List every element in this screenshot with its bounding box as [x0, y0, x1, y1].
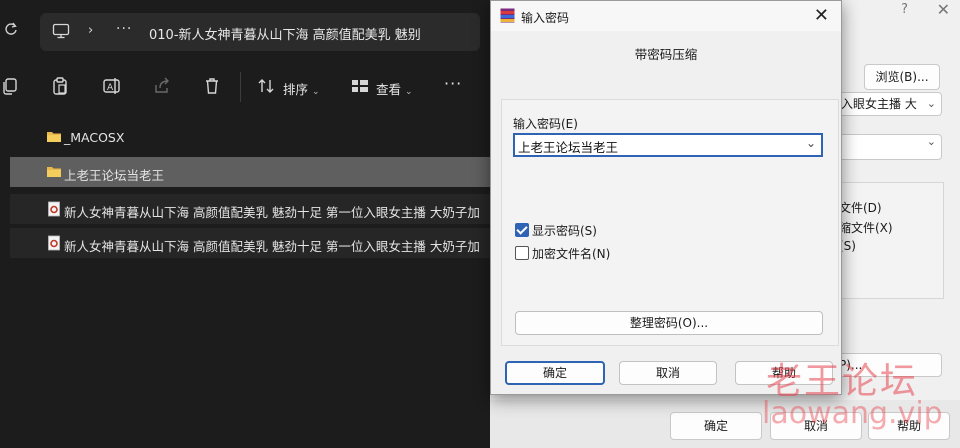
ok-button[interactable]: 确定	[505, 361, 605, 385]
dialog-titlebar: 输入密码 ✕	[491, 1, 841, 31]
password-input[interactable]: 上老王论坛当老王 ⌄	[513, 133, 823, 157]
view-button[interactable]: 查看 ⌄	[376, 79, 413, 98]
copy-icon[interactable]	[0, 76, 20, 96]
chevron-down-icon: ⌄	[312, 87, 320, 97]
archive-file-icon	[48, 201, 60, 217]
password-value: 上老王论坛当老王	[518, 140, 619, 155]
toolbar-separator	[240, 72, 241, 102]
delete-icon[interactable]	[202, 76, 222, 96]
paste-icon[interactable]	[50, 76, 70, 96]
winrar-app-icon	[500, 8, 515, 23]
address-bar[interactable]: › ··· 010-新人女神青暮从山下海 高颜值配美乳 魅别	[40, 13, 480, 51]
sort-icon	[258, 79, 274, 93]
chevron-right-icon[interactable]: ›	[88, 23, 93, 38]
chevron-down-icon: ⌄	[926, 135, 936, 148]
this-pc-icon	[52, 23, 70, 39]
more-options-icon[interactable]: ···	[444, 74, 462, 93]
file-row[interactable]: 新人女神青暮从山下海 高颜值配美乳 魅劲十足 第一位入眼女主播 大奶子加	[10, 194, 500, 224]
command-bar: A 排序 ⌄ 查看 ⌄ ···	[0, 62, 500, 112]
file-name: 新人女神青暮从山下海 高颜值配美乳 魅劲十足 第一位入眼女主播 大奶子加	[64, 239, 480, 254]
file-name: 上老王论坛当老王	[64, 168, 165, 183]
folder-icon	[47, 132, 61, 142]
view-icon	[352, 80, 368, 92]
archive-name-value: 入眼女主播 大	[841, 97, 917, 111]
address-path: 010-新人女神青暮从山下海 高颜值配美乳 魅别	[149, 28, 421, 43]
archive-file-icon	[48, 235, 60, 251]
folder-icon	[47, 167, 61, 177]
file-name: 新人女神青暮从山下海 高颜值配美乳 魅劲十足 第一位入眼女主播 大奶子加	[64, 205, 480, 220]
archive-options-group: 文件(D) 缩文件(X) (S)	[834, 182, 944, 299]
organize-passwords-button[interactable]: 整理密码(O)...	[515, 311, 823, 335]
svg-text:A: A	[107, 83, 114, 93]
file-name: _MACOSX	[64, 130, 125, 145]
rename-icon[interactable]: A	[102, 76, 122, 96]
file-row[interactable]: _MACOSX	[10, 122, 500, 152]
dialog-header: 带密码压缩	[634, 47, 698, 62]
show-password-checkbox[interactable]: 显示密码(S)	[515, 222, 597, 239]
browse-button[interactable]: 浏览(B)...	[864, 64, 940, 90]
cancel-button[interactable]: 取消	[619, 361, 717, 385]
close-icon[interactable]: ✕	[937, 0, 950, 19]
encrypt-filenames-checkbox[interactable]: 加密文件名(N)	[515, 245, 610, 262]
show-password-label: 显示密码(S)	[532, 224, 597, 238]
archive-name-combo[interactable]: 入眼女主播 大 ⌄	[836, 92, 942, 116]
share-icon[interactable]	[152, 76, 172, 96]
chevron-down-icon: ⌄	[926, 97, 936, 110]
option-label[interactable]: 缩文件(X)	[839, 219, 893, 236]
view-label: 查看	[376, 82, 402, 97]
encrypt-filenames-label: 加密文件名(N)	[532, 247, 611, 261]
help-question-icon[interactable]: ?	[901, 2, 908, 17]
more-path-icon[interactable]: ···	[116, 21, 132, 37]
sort-label: 排序	[283, 82, 309, 97]
sort-button[interactable]: 排序 ⌄	[283, 79, 320, 98]
update-mode-combo[interactable]: ⌄	[836, 134, 942, 160]
close-icon[interactable]: ✕	[814, 5, 829, 26]
password-field-label: 输入密码(E)	[513, 117, 578, 131]
file-row-selected[interactable]: 上老王论坛当老王	[10, 157, 500, 187]
option-label[interactable]: 文件(D)	[839, 199, 882, 216]
file-row[interactable]: 新人女神青暮从山下海 高颜值配美乳 魅劲十足 第一位入眼女主播 大奶子加	[10, 228, 500, 258]
dialog-title: 输入密码	[521, 11, 570, 25]
checkbox-unchecked-icon[interactable]	[515, 246, 529, 260]
ok-button[interactable]: 确定	[670, 412, 762, 440]
watermark-url: laowang.vip	[762, 396, 943, 431]
refresh-icon[interactable]	[4, 22, 18, 36]
enter-password-dialog: 输入密码 ✕ 带密码压缩 输入密码(E) 上老王论坛当老王 ⌄ 显示密码(S) …	[490, 0, 842, 395]
chevron-down-icon: ⌄	[405, 87, 413, 97]
checkbox-checked-icon[interactable]	[515, 223, 529, 237]
chevron-down-icon[interactable]: ⌄	[806, 136, 816, 150]
